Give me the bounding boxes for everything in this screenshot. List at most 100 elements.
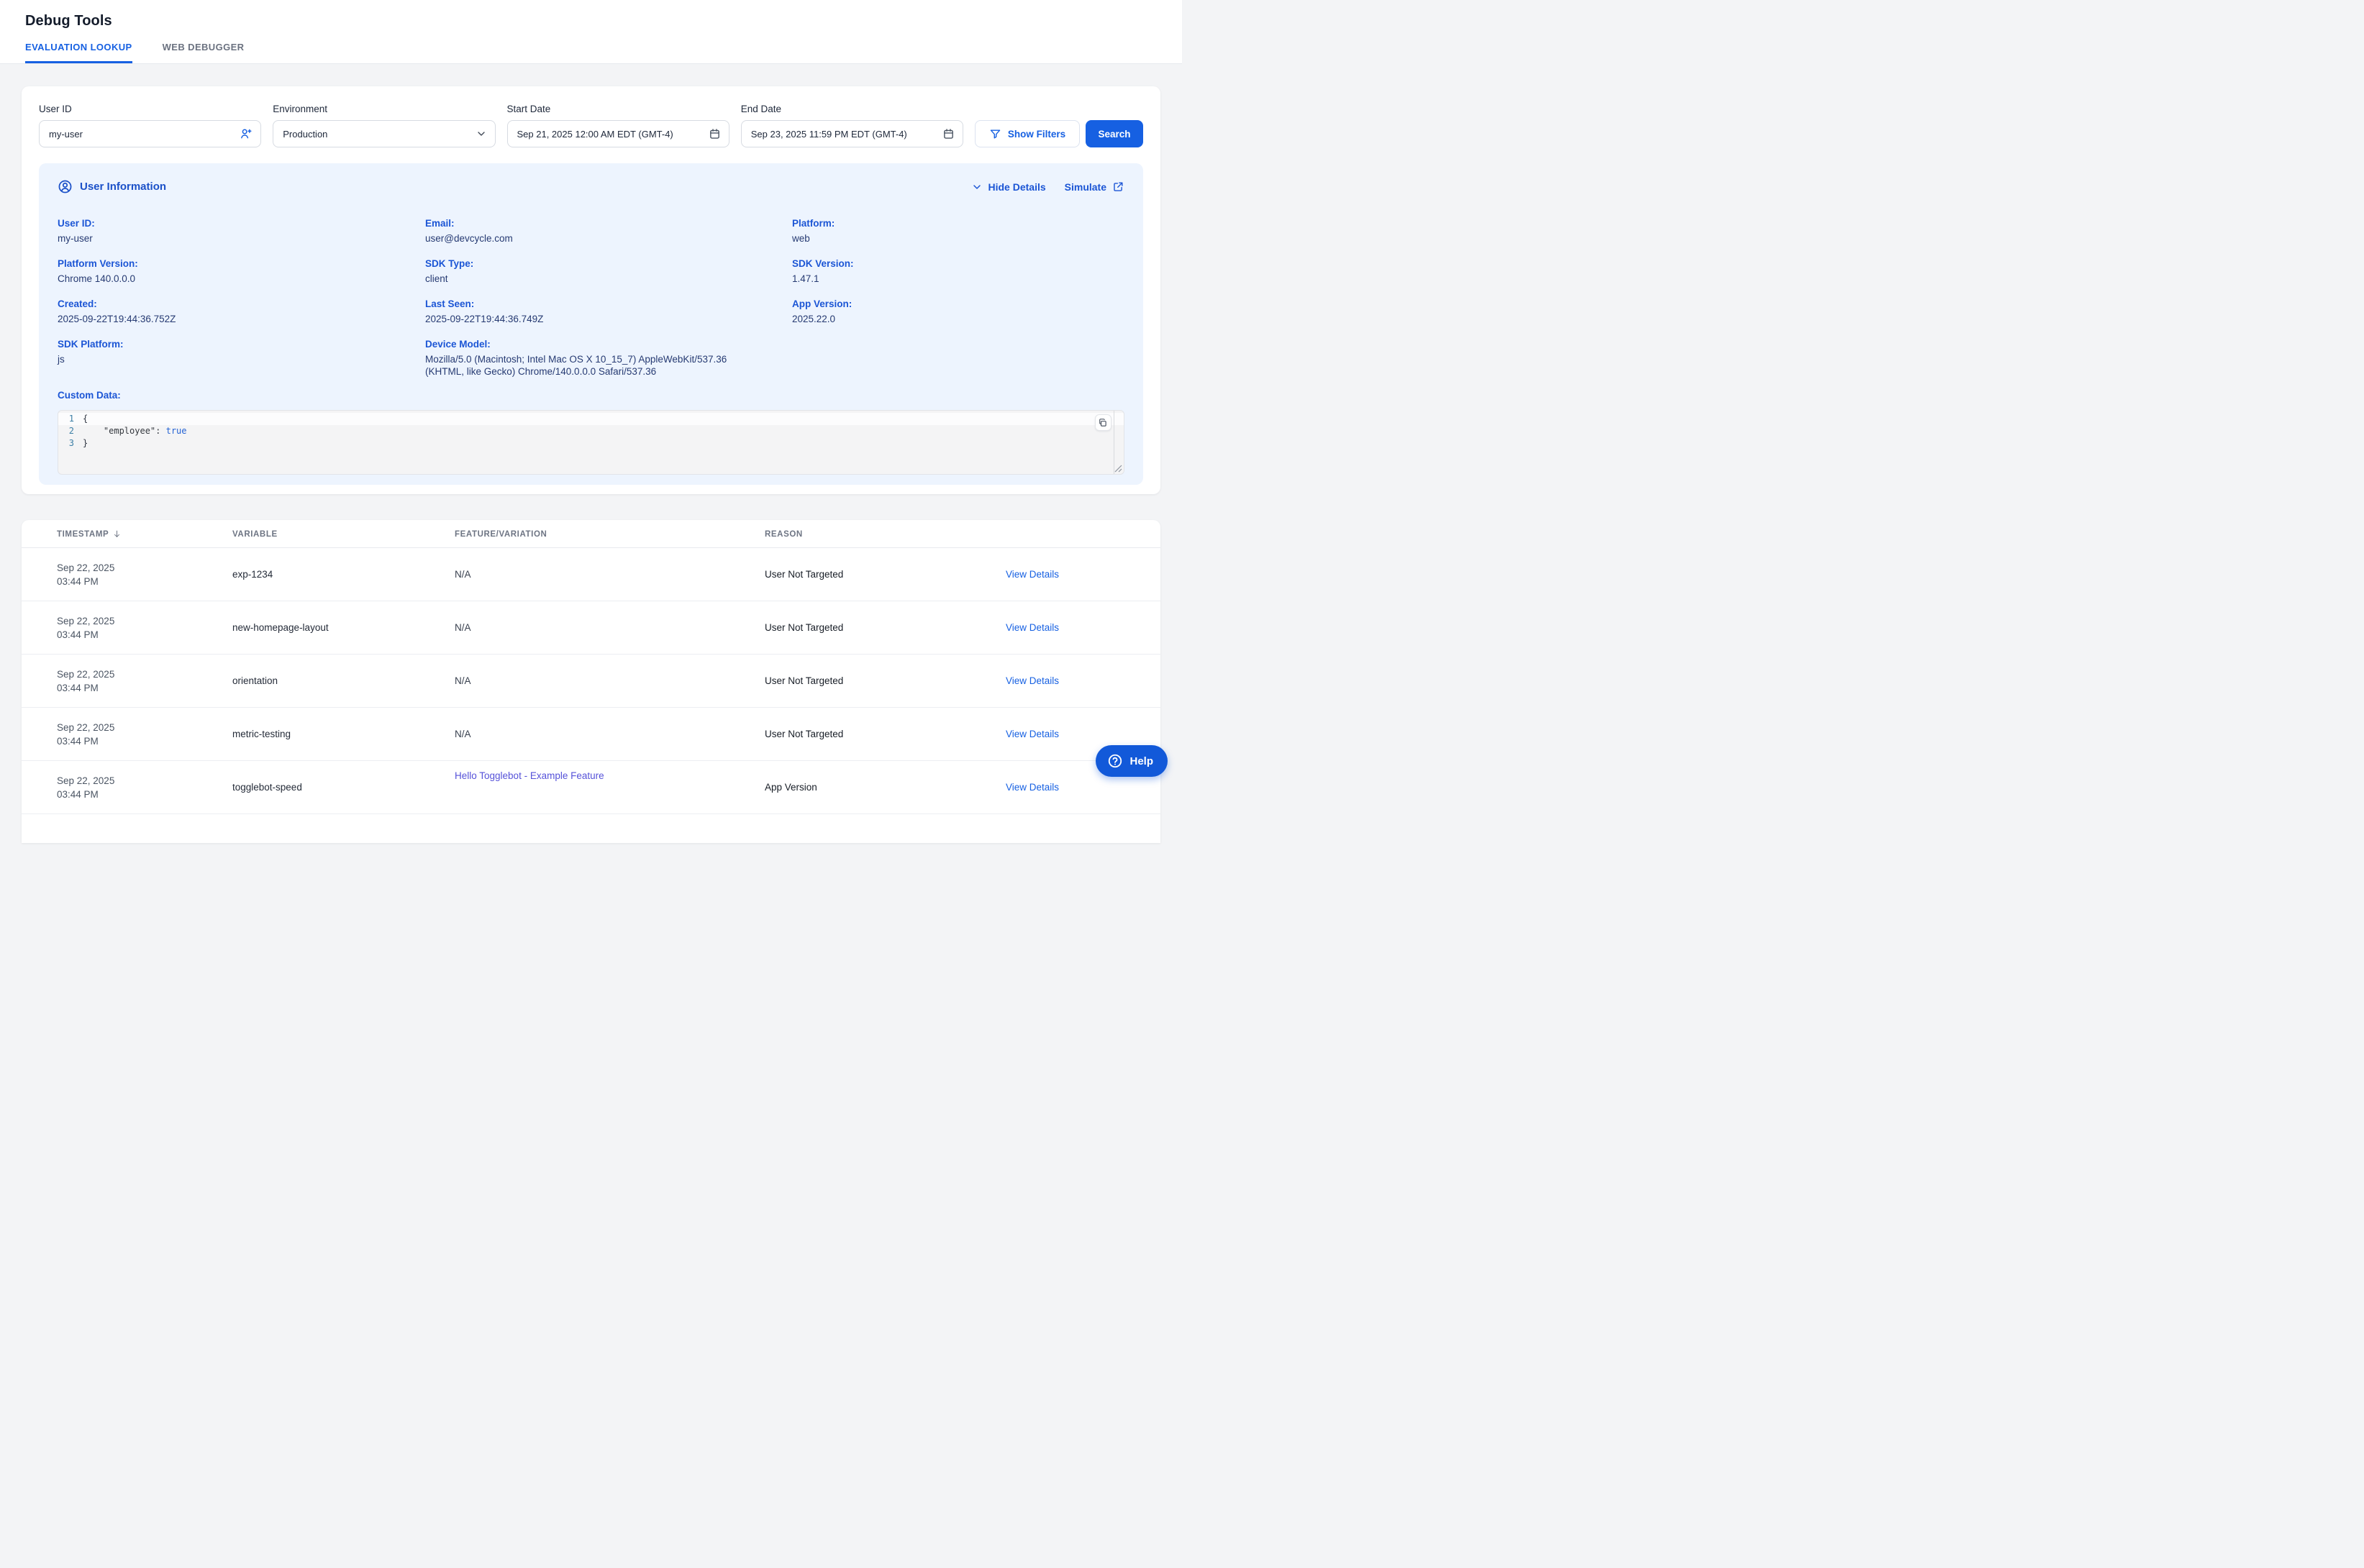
code-content: } xyxy=(83,437,88,450)
view-details-link[interactable]: View Details xyxy=(1006,782,1160,793)
user-add-icon[interactable] xyxy=(240,127,253,140)
cell-reason: User Not Targeted xyxy=(765,729,1006,739)
show-filters-button[interactable]: Show Filters xyxy=(975,120,1080,147)
info-field-label: App Version: xyxy=(792,298,1124,309)
cell-reason: App Version xyxy=(765,782,1006,793)
view-details-link[interactable]: View Details xyxy=(1006,729,1160,739)
info-field-label: Device Model: xyxy=(425,339,792,350)
cell-feature-link[interactable]: Hello Togglebot - Example Feature xyxy=(455,761,765,781)
environment-label: Environment xyxy=(273,104,495,114)
info-field-label: Email: xyxy=(425,218,792,229)
search-button[interactable]: Search xyxy=(1086,120,1143,147)
help-label: Help xyxy=(1129,755,1153,767)
table-row: Sep 22, 202503:44 PMnew-homepage-layoutN… xyxy=(22,601,1160,655)
start-date-input-wrap xyxy=(507,120,729,147)
copy-button[interactable] xyxy=(1095,414,1111,431)
info-field-platform-version: Platform Version:Chrome 140.0.0.0 xyxy=(58,258,425,285)
code-token: { xyxy=(83,414,88,424)
cell-timestamp: Sep 22, 202503:44 PM xyxy=(57,614,232,642)
calendar-icon[interactable] xyxy=(709,128,721,140)
start-date-field: Start Date xyxy=(507,104,729,147)
cell-feature: N/A xyxy=(455,729,765,739)
view-details-link[interactable]: View Details xyxy=(1006,569,1160,580)
table-row: Sep 22, 202503:44 PMexp-1234N/AUser Not … xyxy=(22,548,1160,601)
column-header-reason[interactable]: REASON xyxy=(765,530,1006,539)
column-header-variable[interactable]: VARIABLE xyxy=(232,530,455,539)
resize-grip[interactable] xyxy=(1114,465,1122,473)
cell-timestamp: Sep 22, 202503:44 PM xyxy=(57,667,232,695)
environment-value: Production xyxy=(283,129,327,140)
hide-details-label: Hide Details xyxy=(988,181,1046,193)
start-date-input[interactable] xyxy=(517,129,703,140)
info-field-app-version: App Version:2025.22.0 xyxy=(792,298,1124,325)
info-field-value: user@devcycle.com xyxy=(425,232,763,245)
timestamp-time: 03:44 PM xyxy=(57,681,232,695)
info-field-label: User ID: xyxy=(58,218,425,229)
info-field-value: Mozilla/5.0 (Macintosh; Intel Mac OS X 1… xyxy=(425,353,763,378)
info-field-last-seen: Last Seen: 2025-09-22T19:44:36.749Z xyxy=(425,298,792,325)
external-link-icon xyxy=(1112,181,1124,193)
evaluations-table-card: TIMESTAMP VARIABLE FEATURE/VARIATION REA… xyxy=(22,520,1160,843)
info-field-label: Created: xyxy=(58,298,425,309)
user-id-input[interactable] xyxy=(49,129,235,140)
table-row: Sep 22, 202503:44 PMmetric-testingN/AUse… xyxy=(22,708,1160,761)
code-content: { xyxy=(83,413,88,425)
timestamp-date: Sep 22, 2025 xyxy=(57,667,232,681)
hide-details-button[interactable]: Hide Details xyxy=(971,181,1046,193)
copy-icon xyxy=(1099,418,1108,427)
show-filters-label: Show Filters xyxy=(1008,129,1065,140)
custom-data-section: Custom Data: 1{2 "employee": true3} xyxy=(58,390,1124,475)
user-id-field: User ID xyxy=(39,104,261,147)
custom-data-editor[interactable]: 1{2 "employee": true3} xyxy=(58,410,1124,475)
simulate-label: Simulate xyxy=(1065,181,1106,193)
search-button-label: Search xyxy=(1098,129,1130,140)
user-information-panel: User Information Hide Details Simulate xyxy=(39,163,1143,485)
column-header-timestamp[interactable]: TIMESTAMP xyxy=(57,529,232,539)
chevron-down-icon xyxy=(476,128,487,140)
info-field-platform: Platform:web xyxy=(792,218,1124,245)
view-details-link[interactable]: View Details xyxy=(1006,675,1160,686)
environment-field: Environment Production xyxy=(273,104,495,147)
code-line: 2 "employee": true xyxy=(58,425,1124,437)
column-header-feature-variation[interactable]: FEATURE/VARIATION xyxy=(455,530,765,539)
start-date-label: Start Date xyxy=(507,104,729,114)
code-token: true xyxy=(166,426,187,436)
code-lines: 1{2 "employee": true3} xyxy=(58,413,1124,450)
user-info-grid: User ID:my-userEmail:user@devcycle.comPl… xyxy=(58,218,1124,378)
end-date-input[interactable] xyxy=(751,129,937,140)
view-details-link[interactable]: View Details xyxy=(1006,622,1160,633)
table-row: Sep 22, 202503:44 PMorientationN/AUser N… xyxy=(22,655,1160,708)
line-number: 3 xyxy=(58,437,83,450)
timestamp-date: Sep 22, 2025 xyxy=(57,721,232,734)
calendar-icon[interactable] xyxy=(942,128,955,140)
simulate-button[interactable]: Simulate xyxy=(1065,181,1124,193)
cell-variable: togglebot-speed xyxy=(232,782,455,793)
timestamp-time: 03:44 PM xyxy=(57,788,232,801)
tab-evaluation-lookup[interactable]: EVALUATION LOOKUP xyxy=(25,42,132,63)
info-field-user-id: User ID:my-user xyxy=(58,218,425,245)
sort-descending-icon xyxy=(112,529,122,539)
cell-timestamp: Sep 22, 202503:44 PM xyxy=(57,774,232,801)
code-content: "employee": true xyxy=(83,425,187,437)
tab-web-debugger[interactable]: WEB DEBUGGER xyxy=(163,42,245,63)
help-button[interactable]: Help xyxy=(1096,745,1168,777)
cell-feature: N/A xyxy=(455,675,765,686)
info-field-label: SDK Type: xyxy=(425,258,792,269)
user-information-header: User Information Hide Details Simulate xyxy=(58,179,1124,194)
line-number: 2 xyxy=(58,425,83,437)
evaluation-lookup-card: User ID Environment Production Start Da xyxy=(22,86,1160,494)
page-title: Debug Tools xyxy=(25,13,1182,29)
cell-variable: exp-1234 xyxy=(232,569,455,580)
code-line: 3} xyxy=(58,437,1124,450)
timestamp-time: 03:44 PM xyxy=(57,734,232,748)
timestamp-time: 03:44 PM xyxy=(57,575,232,588)
timestamp-date: Sep 22, 2025 xyxy=(57,774,232,788)
info-field-label: Platform Version: xyxy=(58,258,425,269)
info-field-sdk-platform: SDK Platform:js xyxy=(58,339,425,378)
info-field-value: 2025-09-22T19:44:36.749Z xyxy=(425,313,763,325)
info-field-label: Last Seen: xyxy=(425,298,792,309)
end-date-label: End Date xyxy=(741,104,963,114)
info-field-label: SDK Version: xyxy=(792,258,1124,269)
environment-select[interactable]: Production xyxy=(273,120,495,147)
code-line: 1{ xyxy=(58,413,1124,425)
